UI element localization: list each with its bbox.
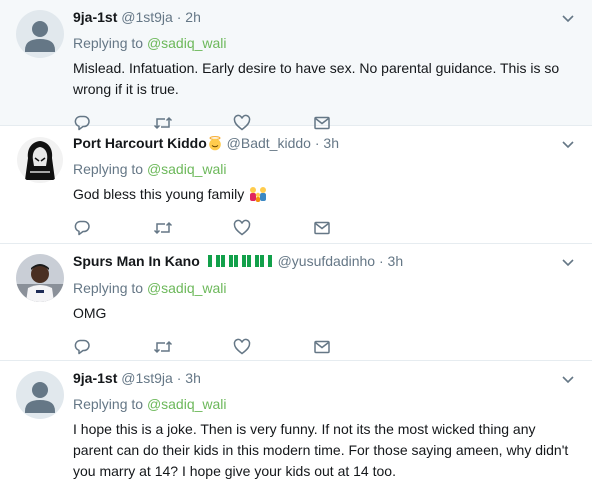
- author-handle[interactable]: @Badt_kiddo: [227, 135, 311, 151]
- avatar[interactable]: [16, 254, 64, 302]
- separator-dot: ·: [176, 9, 182, 25]
- mention-link[interactable]: @sadiq_wali: [147, 35, 227, 51]
- tweet[interactable]: Port Harcourt Kiddo @Badt_kiddo · 3h Rep…: [0, 126, 592, 244]
- like-button[interactable]: [233, 219, 313, 237]
- like-icon: [233, 339, 251, 355]
- nigeria-flag-icon: [207, 253, 274, 271]
- replying-label: Replying to: [73, 35, 144, 51]
- chevron-down-icon[interactable]: [560, 371, 576, 387]
- tweet[interactable]: 9ja-1st @1st9ja · 3h Replying to @sadiq_…: [0, 361, 592, 497]
- author-name[interactable]: 9ja-1st: [73, 370, 117, 386]
- retweet-button[interactable]: [153, 219, 233, 237]
- reply-icon: [74, 340, 90, 355]
- retweet-icon: [153, 341, 173, 354]
- tweet-text-content: God bless this young family: [73, 186, 245, 202]
- tweet[interactable]: 9ja-1st @1st9ja · 2h Replying to @sadiq_…: [0, 0, 592, 131]
- author-name[interactable]: 9ja-1st: [73, 9, 117, 25]
- family-emoji-icon: [250, 187, 267, 202]
- avatar[interactable]: [16, 10, 64, 58]
- like-icon: [233, 219, 251, 236]
- dm-button[interactable]: [313, 219, 393, 237]
- retweet-icon: [153, 221, 173, 235]
- replying-to: Replying to @sadiq_wali: [73, 34, 576, 52]
- avatar[interactable]: [16, 136, 64, 184]
- replying-label: Replying to: [73, 161, 144, 177]
- separator-dot: ·: [176, 370, 182, 386]
- tweet-text: Mislead. Infatuation. Early desire to ha…: [73, 60, 560, 97]
- like-button[interactable]: [233, 338, 313, 356]
- mention-link[interactable]: @sadiq_wali: [147, 161, 227, 177]
- timestamp[interactable]: 3h: [323, 135, 339, 151]
- tweet-actions: [73, 219, 576, 245]
- chevron-down-icon[interactable]: [560, 254, 576, 270]
- replying-to: Replying to @sadiq_wali: [73, 160, 576, 178]
- replying-label: Replying to: [73, 280, 144, 297]
- mention-link[interactable]: @sadiq_wali: [147, 396, 227, 412]
- author-handle[interactable]: @yusufdadinho: [278, 253, 376, 269]
- timestamp[interactable]: 2h: [185, 9, 201, 25]
- replying-to: Replying to @sadiq_wali: [73, 279, 576, 297]
- mention-link[interactable]: @sadiq_wali: [147, 280, 227, 296]
- angel-face-emoji-icon: [208, 136, 221, 151]
- dm-icon: [314, 341, 330, 354]
- replying-label: Replying to: [73, 396, 144, 412]
- replying-to: Replying to @sadiq_wali: [73, 395, 576, 413]
- dm-button[interactable]: [313, 338, 393, 356]
- tweet-text: I hope this is a joke. Then is very funn…: [73, 421, 569, 479]
- author-name[interactable]: Port Harcourt Kiddo: [73, 135, 207, 151]
- author-handle[interactable]: @1st9ja: [121, 9, 173, 25]
- timestamp[interactable]: 3h: [185, 370, 201, 386]
- tweet[interactable]: Spurs Man In Kano @yusufdadinho · 3h Rep…: [0, 244, 592, 361]
- timestamp[interactable]: 3h: [388, 253, 404, 269]
- reply-icon: [74, 220, 90, 236]
- dm-icon: [314, 221, 330, 235]
- tweet-text: OMG: [73, 305, 107, 322]
- separator-dot: ·: [378, 253, 384, 269]
- reply-button[interactable]: [73, 338, 153, 356]
- avatar[interactable]: [16, 371, 64, 419]
- author-name[interactable]: Spurs Man In Kano: [73, 253, 200, 269]
- reply-button[interactable]: [73, 219, 153, 237]
- chevron-down-icon[interactable]: [560, 136, 576, 152]
- separator-dot: ·: [314, 135, 320, 151]
- retweet-button[interactable]: [153, 338, 233, 356]
- author-handle[interactable]: @1st9ja: [121, 370, 173, 386]
- chevron-down-icon[interactable]: [560, 10, 576, 26]
- tweet-text: God bless this young family: [73, 184, 576, 205]
